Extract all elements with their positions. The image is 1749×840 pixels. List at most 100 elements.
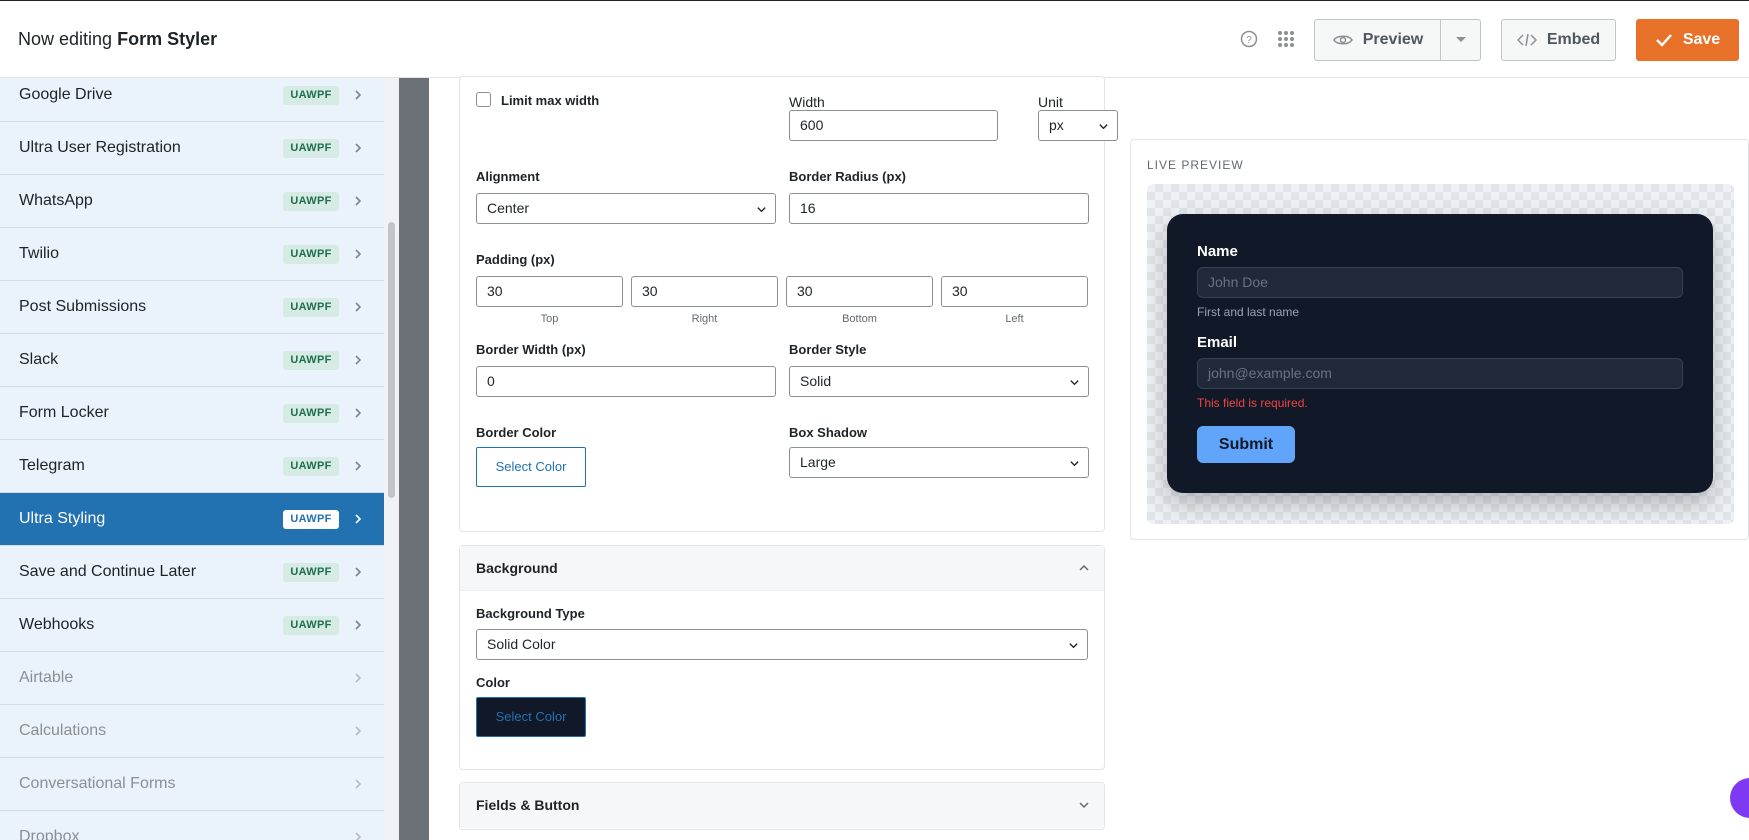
sidebar-item-label: Calculations [19,722,107,739]
sidebar-item[interactable]: Twilio UAWPF [0,228,384,281]
unit-select[interactable]: px [1038,110,1118,141]
caret-down-icon [1455,37,1466,42]
border-color-select-button[interactable]: Select Color [476,447,586,487]
chevron-right-icon [355,832,362,840]
live-preview-title: LIVE PREVIEW [1147,158,1244,172]
border-style-value: Solid [800,373,832,389]
sidebar-item[interactable]: Conversational Forms [0,758,384,811]
sidebar-item[interactable]: Webhooks UAWPF [0,599,384,652]
background-color-select-button[interactable]: Select Color [476,697,586,737]
sidebar-item-label: Airtable [19,669,74,686]
chevron-right-icon [355,779,362,789]
preview-dropdown-button[interactable] [1440,19,1481,61]
padding-label: Padding (px) [476,252,555,267]
fields-button-section-header[interactable]: Fields & Button [460,783,1104,828]
unit-label: Unit [1038,94,1063,110]
alignment-select[interactable]: Center [476,193,776,224]
grid-icon[interactable] [1276,29,1296,49]
preview-name-help: First and last name [1197,305,1300,319]
box-shadow-value: Large [800,454,836,470]
preview-name-input[interactable]: John Doe [1197,267,1683,298]
checkmark-icon [1655,34,1672,47]
help-icon[interactable]: ? [1239,29,1259,49]
background-section-header[interactable]: Background [460,546,1104,591]
preview-email-error: This field is required. [1197,396,1308,410]
svg-text:?: ? [1246,35,1252,46]
chevron-down-icon [1079,802,1089,809]
padding-input[interactable]: 30 [786,276,933,307]
preview-button[interactable]: Preview [1314,19,1441,61]
sidebar-scroll-thumb[interactable] [388,222,395,498]
border-width-input[interactable]: 0 [476,366,776,397]
background-color-label: Color [476,675,510,690]
sidebar-item[interactable]: Ultra Styling UAWPF [0,493,384,546]
sidebar-item-badge: UAWPF [283,562,339,582]
sidebar-item-badge: UAWPF [283,138,339,158]
padding-input[interactable]: 30 [476,276,623,307]
title-prefix: Now editing [18,29,113,49]
preview-canvas: Name John Doe First and last name Email … [1147,184,1734,524]
sidebar-item-label: Dropbox [19,828,80,840]
padding-input[interactable]: 30 [631,276,778,307]
code-icon [1516,33,1537,47]
chevron-right-icon [355,514,362,524]
sidebar-item-label: Twilio [19,245,60,262]
page-title: Now editing Form Styler [18,29,217,50]
chevron-right-icon [355,726,362,736]
sidebar-item[interactable]: Dropbox [0,811,384,840]
sidebar-item[interactable]: Post Submissions UAWPF [0,281,384,334]
sidebar-item[interactable]: Save and Continue Later UAWPF [0,546,384,599]
limit-max-width-label: Limit max width [501,93,600,108]
chevron-right-icon [355,302,362,312]
sidebar-item-label: Slack [19,351,59,368]
sidebar-item-label: Ultra Styling [19,510,106,527]
chevron-down-icon [1070,380,1079,386]
alignment-value: Center [487,200,530,216]
box-shadow-label: Box Shadow [789,425,868,440]
sidebar-item[interactable]: Calculations [0,705,384,758]
chevron-right-icon [355,620,362,630]
chevron-down-icon [1099,124,1108,130]
sidebar-item-badge: UAWPF [283,403,339,423]
box-shadow-select[interactable]: Large [789,447,1089,478]
sidebar-item-label: Google Drive [19,86,113,103]
container-settings-panel: Limit max width Width 600 Unit px Alignm… [459,76,1118,532]
sidebar-item[interactable]: WhatsApp UAWPF [0,175,384,228]
preview-email-label: Email [1197,334,1238,351]
fields-button-section-title: Fields & Button [476,797,580,813]
sidebar-item[interactable]: Ultra User Registration UAWPF [0,122,384,175]
sidebar-item-label: Webhooks [19,616,95,633]
embed-label: Embed [1546,31,1601,48]
chevron-down-icon [1070,461,1079,467]
padding-side-label: Right [691,313,718,325]
sidebar-item[interactable]: Google Drive UAWPF [0,78,384,122]
embed-button[interactable]: Embed [1501,19,1616,61]
sidebar-item-label: Conversational Forms [19,775,176,792]
background-type-select[interactable]: Solid Color [476,629,1088,660]
background-panel: Background Background Type Solid Color C… [459,545,1105,770]
sidebar-item[interactable]: Form Locker UAWPF [0,387,384,440]
border-style-select[interactable]: Solid [789,366,1089,397]
sidebar-item-label: Form Locker [19,404,109,421]
chevron-down-icon [757,207,766,213]
save-button[interactable]: Save [1636,19,1739,61]
chevron-right-icon [355,567,362,577]
sidebar-item-label: WhatsApp [19,192,93,209]
live-preview-card: LIVE PREVIEW Name John Doe First and las… [1130,139,1749,540]
width-input[interactable]: 600 [789,110,998,141]
sidebar-item[interactable]: Airtable [0,652,384,705]
eye-icon [1332,35,1353,45]
padding-input[interactable]: 30 [941,276,1088,307]
chevron-right-icon [355,143,362,153]
preview-email-input[interactable]: john@example.com [1197,358,1683,389]
preview-submit-button[interactable]: Submit [1197,426,1295,463]
border-radius-input[interactable]: 16 [789,193,1089,224]
sidebar-item-label: Post Submissions [19,298,147,315]
chevron-right-icon [355,90,362,100]
alignment-label: Alignment [476,169,540,184]
limit-max-width-checkbox[interactable] [476,92,491,107]
sidebar-item[interactable]: Telegram UAWPF [0,440,384,493]
sidebar-item[interactable]: Slack UAWPF [0,334,384,387]
sidebar-item-label: Save and Continue Later [19,563,197,580]
sidebar-item-label: Telegram [19,457,85,474]
